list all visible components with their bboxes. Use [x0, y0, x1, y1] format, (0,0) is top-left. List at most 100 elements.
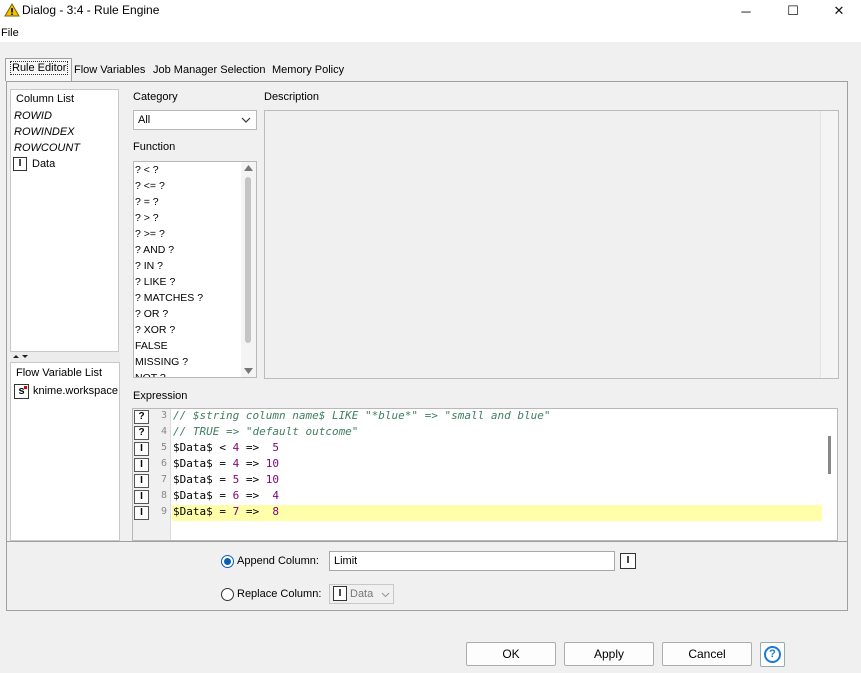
scroll-up-icon	[244, 165, 253, 171]
tab-rule-editor[interactable]: Rule Editor	[5, 58, 73, 81]
tab-job-manager-selection[interactable]: Job Manager Selection	[150, 60, 269, 80]
code-number: 4	[272, 489, 279, 502]
function-item[interactable]: ? < ?	[135, 162, 159, 178]
code-line: $Data$ = 4 => 10	[173, 456, 279, 472]
maximize-button[interactable]: ☐	[770, 0, 816, 22]
column-item-rowindex[interactable]: ROWINDEX	[14, 126, 75, 138]
code-line: $Data$ < 4 => 5	[173, 440, 279, 456]
line-number: 3	[160, 410, 167, 421]
menu-file[interactable]: File	[1, 27, 19, 39]
code-line: // $string column name$ LIKE "*blue*" =>…	[173, 409, 551, 422]
category-select[interactable]: All	[133, 110, 257, 130]
column-item-data[interactable]: Data	[32, 158, 55, 170]
code-number: 5	[272, 441, 279, 454]
function-scroll-thumb[interactable]	[245, 177, 251, 343]
code-line: // TRUE => "default outcome"	[173, 425, 359, 438]
replace-column-select[interactable]: I Data	[329, 584, 394, 604]
description-scrollbar[interactable]	[820, 111, 838, 378]
editor-scrollbar[interactable]	[823, 409, 837, 540]
function-item[interactable]: ? IN ?	[135, 258, 163, 274]
function-item[interactable]: NOT ?	[135, 370, 166, 377]
window-title: Dialog - 3:4 - Rule Engine	[22, 3, 160, 17]
function-item[interactable]: ? OR ?	[135, 306, 168, 322]
splitter-arrows-icon	[13, 355, 28, 358]
function-item[interactable]: ? > ?	[135, 210, 159, 226]
code-operator: <	[212, 441, 233, 454]
function-label: Function	[133, 141, 176, 153]
code-arrow: =>	[239, 505, 273, 518]
editor-scroll-thumb[interactable]	[828, 436, 831, 474]
cancel-button[interactable]: Cancel	[662, 642, 752, 666]
string-type-icon: s	[14, 384, 29, 399]
code-line: $Data$ = 7 => 8	[173, 504, 279, 520]
code-line: $Data$ = 6 => 4	[173, 488, 279, 504]
minimize-button[interactable]: ─	[723, 0, 769, 22]
code-operator: =	[212, 505, 233, 518]
append-column-input[interactable]: Limit	[329, 551, 615, 571]
replace-column-type-icon: I	[333, 586, 347, 601]
function-item[interactable]: ? = ?	[135, 194, 159, 210]
function-item[interactable]: ? <= ?	[135, 178, 165, 194]
list-splitter[interactable]	[10, 352, 120, 362]
function-item[interactable]: ? AND ?	[135, 242, 174, 258]
line-number: 5	[160, 442, 167, 453]
code-column-ref: $Data$	[173, 441, 213, 454]
line-number: 7	[160, 474, 167, 485]
function-list[interactable]: ? < ? ? <= ? ? = ? ? > ? ? >= ? ? AND ? …	[133, 161, 257, 378]
code-operator: =	[212, 473, 233, 486]
flow-variable-item-workspace[interactable]: knime.workspace	[33, 385, 118, 397]
tab-memory-policy[interactable]: Memory Policy	[269, 60, 347, 80]
maximize-icon: ☐	[787, 3, 799, 18]
rule-status-icon: ?	[134, 426, 149, 440]
append-column-radio[interactable]	[221, 555, 234, 568]
append-column-label: Append Column:	[237, 555, 319, 567]
flow-variable-dot-icon	[24, 386, 27, 389]
close-icon: ✕	[833, 3, 845, 18]
function-item[interactable]: ? >= ?	[135, 226, 165, 242]
tab-flow-variables[interactable]: Flow Variables	[71, 60, 148, 80]
rule-status-icon: I	[134, 458, 149, 472]
minimize-icon: ─	[741, 3, 751, 19]
line-number: 9	[160, 506, 167, 517]
scroll-down-icon	[244, 368, 253, 374]
function-item[interactable]: FALSE	[135, 338, 168, 354]
code-line: $Data$ = 5 => 10	[173, 472, 279, 488]
code-arrow: =>	[239, 473, 266, 486]
code-arrow: =>	[239, 441, 273, 454]
category-select-value: All	[138, 114, 151, 126]
code-number: 10	[265, 473, 279, 486]
chevron-down-icon	[241, 117, 251, 123]
code-column-ref: $Data$	[173, 457, 213, 470]
description-label: Description	[264, 91, 320, 103]
description-box	[264, 110, 839, 379]
rule-status-icon: I	[134, 474, 149, 488]
apply-button[interactable]: Apply	[564, 642, 654, 666]
code-operator: =	[212, 457, 233, 470]
expression-label: Expression	[133, 390, 188, 402]
code-arrow: =>	[239, 489, 273, 502]
function-item[interactable]: ? LIKE ?	[135, 274, 175, 290]
tab-rule-editor-label: Rule Editor	[10, 61, 69, 75]
function-item[interactable]: ? XOR ?	[135, 322, 175, 338]
function-item[interactable]: ? MATCHES ?	[135, 290, 203, 306]
function-item[interactable]: MISSING ?	[135, 354, 188, 370]
append-column-type-icon[interactable]: I	[620, 553, 636, 569]
column-item-rowid[interactable]: ROWID	[14, 110, 52, 122]
warning-icon	[4, 3, 20, 17]
ok-button[interactable]: OK	[466, 642, 556, 666]
code-operator: =	[212, 489, 233, 502]
column-item-rowcount[interactable]: ROWCOUNT	[14, 142, 80, 154]
replace-column-radio[interactable]	[221, 588, 234, 601]
replace-column-value: Data	[350, 588, 374, 600]
rule-status-icon: I	[134, 490, 149, 504]
replace-column-label: Replace Column:	[237, 588, 322, 600]
code-column-ref: $Data$	[173, 505, 213, 518]
chevron-down-icon	[381, 592, 390, 598]
flow-variable-list-header: Flow Variable List	[16, 367, 102, 379]
code-column-ref: $Data$	[173, 473, 213, 486]
close-window-button[interactable]: ✕	[816, 0, 861, 22]
rule-status-icon: ?	[134, 410, 149, 424]
code-number: 8	[272, 505, 279, 518]
rule-status-icon: I	[134, 506, 149, 520]
menu-bar	[0, 22, 861, 42]
